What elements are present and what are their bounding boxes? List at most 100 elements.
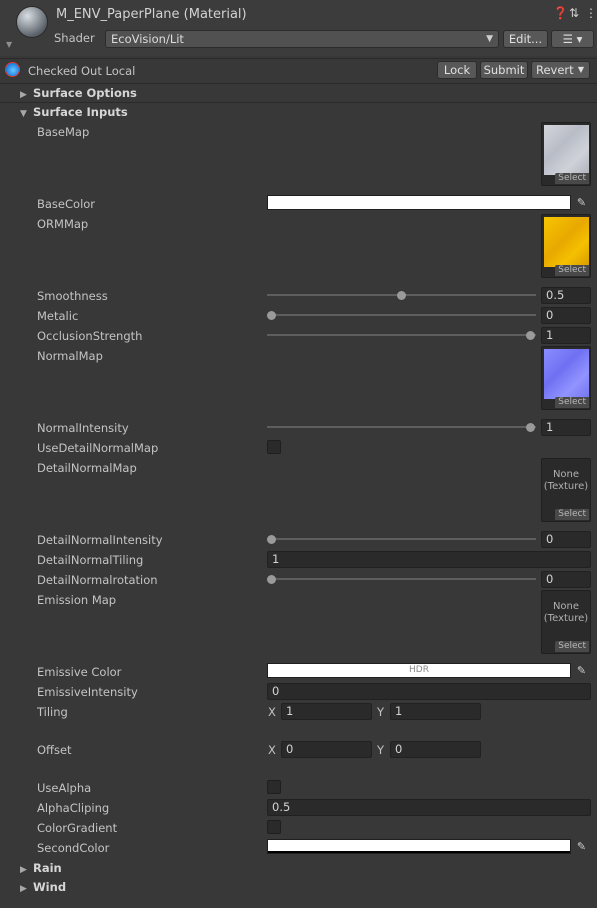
offset-label: Offset (37, 743, 72, 757)
smoothness-input[interactable]: 0.5 (541, 287, 591, 304)
eyedropper-icon[interactable]: ✎ (573, 839, 590, 854)
normalmap-texture-slot[interactable]: Select (541, 346, 591, 410)
offset-y-label: Y (377, 743, 385, 757)
use-alpha-checkbox[interactable] (267, 780, 281, 794)
offset-y-input[interactable]: 0 (390, 741, 481, 758)
ormmap-preview (544, 217, 589, 267)
detail-normal-intensity-slider[interactable] (267, 538, 536, 540)
normal-intensity-label: NormalIntensity (37, 421, 129, 435)
foldout-label: Rain (33, 861, 62, 875)
ormmap-label: ORMMap (37, 217, 89, 231)
foldout-surface-inputs[interactable]: ▼ Surface Inputs (20, 105, 128, 119)
divider (0, 83, 597, 84)
lock-button[interactable]: Lock (437, 61, 477, 79)
vc-status-text: Checked Out Local (28, 64, 136, 78)
hdr-badge: HDR (409, 665, 429, 675)
tiling-label: Tiling (37, 705, 68, 719)
list-button[interactable]: ☰ ▾ (551, 30, 594, 48)
detail-normal-tiling-input[interactable]: 1 (267, 551, 591, 568)
emissive-intensity-input[interactable]: 0 (267, 683, 591, 700)
chevron-down-icon: ▼ (577, 65, 584, 74)
foldout-label: Wind (33, 880, 67, 894)
detail-normalmap-texture-slot[interactable]: None (Texture) Select (541, 458, 591, 522)
more-icon[interactable]: ⋮ (585, 6, 597, 20)
second-color-label: SecondColor (37, 841, 110, 855)
shader-label: Shader (54, 31, 95, 45)
tiling-x-input[interactable]: 1 (281, 703, 372, 720)
material-title: M_ENV_PaperPlane (Material) (56, 7, 247, 22)
normal-intensity-slider[interactable] (267, 426, 536, 428)
basemap-texture-slot[interactable]: Select (541, 122, 591, 186)
select-texture-button[interactable]: Select (555, 173, 589, 184)
color-gradient-checkbox[interactable] (267, 820, 281, 834)
detail-normal-rotation-label: DetailNormalrotation (37, 573, 158, 587)
divider (0, 102, 597, 103)
ormmap-texture-slot[interactable]: Select (541, 214, 591, 278)
foldout-label: Surface Options (33, 86, 137, 100)
edit-shader-button[interactable]: Edit... (503, 30, 548, 48)
detail-normal-intensity-slider-handle[interactable] (267, 535, 276, 544)
metalic-input[interactable]: 0 (541, 307, 591, 324)
revert-label: Revert (536, 63, 574, 77)
foldout-wind[interactable]: ▶ Wind (20, 880, 66, 894)
collapse-arrow-icon[interactable]: ▼ (6, 40, 12, 49)
detail-normal-rotation-input[interactable]: 0 (541, 571, 591, 588)
shader-dropdown[interactable]: EcoVision/Lit ▼ (105, 30, 499, 48)
occlusion-slider[interactable] (267, 334, 536, 336)
alpha-clipping-label: AlphaCliping (37, 801, 110, 815)
revert-button[interactable]: Revert ▼ (531, 61, 590, 79)
occlusion-slider-handle[interactable] (526, 331, 535, 340)
use-detail-normal-label: UseDetailNormalMap (37, 441, 159, 455)
foldout-rain[interactable]: ▶ Rain (20, 861, 62, 875)
normal-intensity-slider-handle[interactable] (526, 423, 535, 432)
emissive-color-label: Emissive Color (37, 665, 122, 679)
use-detail-normal-checkbox[interactable] (267, 440, 281, 454)
submit-button[interactable]: Submit (480, 61, 528, 79)
collapse-arrow-icon: ▼ (20, 109, 27, 119)
expand-arrow-icon: ▶ (20, 865, 27, 875)
metalic-slider[interactable] (267, 314, 536, 316)
detail-normal-intensity-input[interactable]: 0 (541, 531, 591, 548)
occlusion-label: OcclusionStrength (37, 329, 143, 343)
occlusion-input[interactable]: 1 (541, 327, 591, 344)
detail-normal-intensity-label: DetailNormalIntensity (37, 533, 163, 547)
emissive-color-field[interactable]: HDR (267, 663, 571, 678)
tiling-x-label: X (268, 705, 276, 719)
metalic-label: Metalic (37, 309, 79, 323)
basemap-label: BaseMap (37, 125, 90, 139)
version-control-icon (5, 62, 20, 77)
emissive-intensity-label: EmissiveIntensity (37, 685, 138, 699)
eyedropper-icon[interactable]: ✎ (573, 195, 590, 210)
tiling-y-label: Y (377, 705, 385, 719)
alpha-clipping-input[interactable]: 0.5 (267, 799, 591, 816)
none-texture-text: None (Texture) (543, 601, 589, 624)
smoothness-label: Smoothness (37, 289, 108, 303)
select-texture-button[interactable]: Select (555, 397, 589, 408)
detail-normal-rotation-slider-handle[interactable] (267, 575, 276, 584)
normal-intensity-input[interactable]: 1 (541, 419, 591, 436)
version-control-bar: Checked Out Local Lock Submit Revert ▼ (0, 58, 597, 82)
tiling-y-input[interactable]: 1 (390, 703, 481, 720)
metalic-slider-handle[interactable] (267, 311, 276, 320)
foldout-label: Surface Inputs (33, 105, 128, 119)
second-color-field[interactable] (267, 839, 571, 854)
eyedropper-icon[interactable]: ✎ (573, 663, 590, 678)
select-texture-button[interactable]: Select (555, 509, 589, 520)
emission-map-label: Emission Map (37, 593, 117, 607)
detail-normal-rotation-slider[interactable] (267, 578, 536, 580)
inspector-header: ▼ M_ENV_PaperPlane (Material) ❓ ⇅ ⋮ Shad… (0, 0, 597, 56)
none-texture-text: None (Texture) (543, 469, 589, 492)
smoothness-slider-handle[interactable] (397, 291, 406, 300)
help-icon[interactable]: ❓ (553, 6, 568, 20)
preset-icon[interactable]: ⇅ (569, 6, 579, 20)
normalmap-label: NormalMap (37, 349, 103, 363)
expand-arrow-icon: ▶ (20, 90, 27, 100)
shader-value: EcoVision/Lit (111, 32, 184, 46)
material-preview-icon (16, 6, 48, 38)
foldout-surface-options[interactable]: ▶ Surface Options (20, 86, 137, 100)
emission-map-texture-slot[interactable]: None (Texture) Select (541, 590, 591, 654)
basecolor-field[interactable] (267, 195, 571, 210)
offset-x-input[interactable]: 0 (281, 741, 372, 758)
select-texture-button[interactable]: Select (555, 265, 589, 276)
select-texture-button[interactable]: Select (555, 641, 589, 652)
